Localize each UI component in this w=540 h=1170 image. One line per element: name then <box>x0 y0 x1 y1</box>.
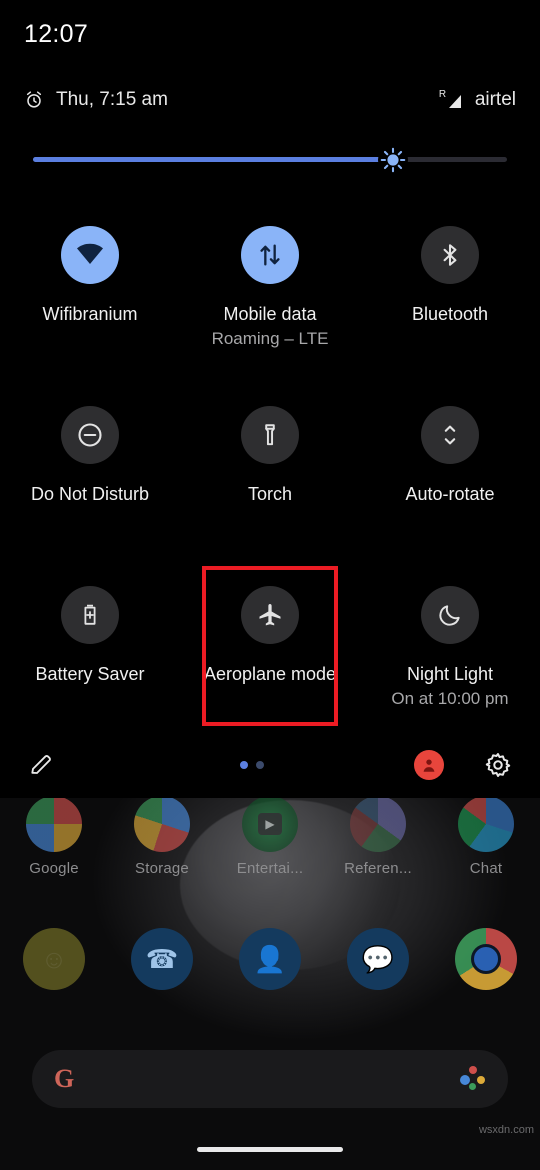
page-dot-2[interactable] <box>256 761 264 769</box>
tile-bluetooth-label: Bluetooth <box>411 304 489 324</box>
tile-torch-label: Torch <box>247 484 292 504</box>
torch-tile-circle <box>241 406 299 464</box>
status-bar-clock: 12:07 <box>24 20 89 48</box>
mobile-data-arrows-icon <box>256 241 284 269</box>
tile-do-not-disturb[interactable]: Do Not Disturb <box>0 392 180 572</box>
home-gesture-pill[interactable] <box>197 1147 343 1152</box>
night-light-tile-circle <box>421 586 479 644</box>
gear-settings-icon[interactable] <box>484 751 512 779</box>
user-avatar-icon[interactable] <box>414 750 444 780</box>
qs-header-left: Thu, 7:15 am <box>24 89 168 111</box>
tile-night-light[interactable]: Night Light On at 10:00 pm <box>360 572 540 752</box>
tile-aeroplane-mode[interactable]: Aeroplane mode <box>180 566 360 752</box>
tile-battery-saver-label: Battery Saver <box>35 664 145 684</box>
tile-mobile-data-label: Mobile data <box>223 304 317 324</box>
folder-google[interactable]: Google <box>8 796 100 877</box>
dock: ☺ ☎ 👤 💬 <box>0 928 540 990</box>
roaming-indicator: R <box>438 89 447 100</box>
signal-bars-icon: R <box>439 89 465 111</box>
phone-screen: Google Storage ▶ Entertai... Referen... … <box>0 0 540 1170</box>
play-triangle-icon: ▶ <box>258 813 282 835</box>
tile-battery-saver[interactable]: Battery Saver <box>0 572 180 752</box>
tile-wifi-label: Wifibranium <box>42 304 138 324</box>
messages-app-icon[interactable]: 💬 <box>347 928 409 990</box>
pencil-edit-icon[interactable] <box>28 752 54 778</box>
aeroplane-icon <box>256 601 284 629</box>
mobile-data-tile-circle <box>241 226 299 284</box>
phone-app-icon[interactable]: ☎ <box>131 928 193 990</box>
brightness-knob[interactable] <box>378 144 409 175</box>
flashlight-icon <box>257 422 283 448</box>
brightness-slider[interactable] <box>33 144 507 175</box>
tile-night-light-sub: On at 10:00 pm <box>391 689 509 708</box>
brightness-sun-icon <box>380 147 406 173</box>
folder-storage-label: Storage <box>135 860 189 877</box>
carrier-name: airtel <box>474 89 516 110</box>
tile-mobile-data[interactable]: Mobile data Roaming – LTE <box>180 212 360 392</box>
tile-auto-rotate[interactable]: Auto-rotate <box>360 392 540 572</box>
tile-torch[interactable]: Torch <box>180 392 360 572</box>
folder-storage[interactable]: Storage <box>116 796 208 877</box>
do-not-disturb-icon <box>76 421 104 449</box>
battery-saver-icon <box>78 602 102 628</box>
google-g-icon: G <box>54 1064 75 1093</box>
folder-chat[interactable]: Chat <box>440 796 532 877</box>
moon-icon <box>437 602 463 628</box>
quick-settings-header: Thu, 7:15 am R airtel <box>0 78 540 122</box>
snapchat-app-icon[interactable]: ☺ <box>23 928 85 990</box>
folder-entertainment[interactable]: ▶ Entertai... <box>224 796 316 877</box>
folder-google-label: Google <box>29 860 79 877</box>
bluetooth-icon <box>437 242 463 268</box>
google-assistant-icon[interactable] <box>460 1066 486 1092</box>
folder-reference-label: Referen... <box>344 860 412 877</box>
ghost-icon: ☺ <box>40 944 68 974</box>
bluetooth-tile-circle <box>421 226 479 284</box>
folder-entertainment-icon: ▶ <box>242 796 298 852</box>
tile-do-not-disturb-label: Do Not Disturb <box>30 484 150 504</box>
auto-rotate-icon <box>436 421 464 449</box>
aeroplane-tile-circle <box>241 586 299 644</box>
qs-date-time: Thu, 7:15 am <box>56 89 168 110</box>
folder-storage-icon <box>134 796 190 852</box>
chrome-app-icon[interactable] <box>455 928 517 990</box>
battery-saver-tile-circle <box>61 586 119 644</box>
wifi-icon <box>75 240 105 270</box>
folder-google-icon <box>26 796 82 852</box>
page-dot-1[interactable] <box>240 761 248 769</box>
folder-reference-icon <box>350 796 406 852</box>
tile-night-light-label: Night Light <box>406 664 494 684</box>
app-folder-row: Google Storage ▶ Entertai... Referen... … <box>0 796 540 877</box>
google-search-bar[interactable]: G <box>32 1050 508 1108</box>
alarm-clock-icon <box>24 90 44 110</box>
folder-entertainment-label: Entertai... <box>236 860 304 877</box>
tile-auto-rotate-label: Auto-rotate <box>405 484 495 504</box>
person-icon: 👤 <box>253 944 287 974</box>
tile-wifi[interactable]: Wifibranium <box>0 212 180 392</box>
page-indicator-dots <box>240 761 264 769</box>
status-bar: 12:07 <box>0 0 540 62</box>
phone-handset-icon: ☎ <box>145 944 179 974</box>
footer-right-actions <box>414 750 512 780</box>
auto-rotate-tile-circle <box>421 406 479 464</box>
tile-bluetooth[interactable]: Bluetooth <box>360 212 540 392</box>
quick-settings-footer <box>0 735 540 795</box>
tile-aeroplane-mode-label: Aeroplane mode <box>203 664 337 684</box>
tile-mobile-data-sub: Roaming – LTE <box>211 329 329 348</box>
qs-header-right: R airtel <box>439 89 516 111</box>
folder-reference[interactable]: Referen... <box>332 796 424 877</box>
dnd-tile-circle <box>61 406 119 464</box>
folder-chat-label: Chat <box>469 860 503 877</box>
watermark: wsxdn.com <box>478 1124 534 1136</box>
contacts-app-icon[interactable]: 👤 <box>239 928 301 990</box>
folder-chat-icon <box>458 796 514 852</box>
quick-settings-tiles: Wifibranium Mobile data Roaming – LTE Bl… <box>0 212 540 752</box>
message-bubble-icon: 💬 <box>361 944 395 974</box>
brightness-fill <box>33 157 394 162</box>
quick-settings-panel: 12:07 Thu, 7:15 am R airtel Wifibranium … <box>0 0 540 798</box>
wifi-tile-circle <box>61 226 119 284</box>
